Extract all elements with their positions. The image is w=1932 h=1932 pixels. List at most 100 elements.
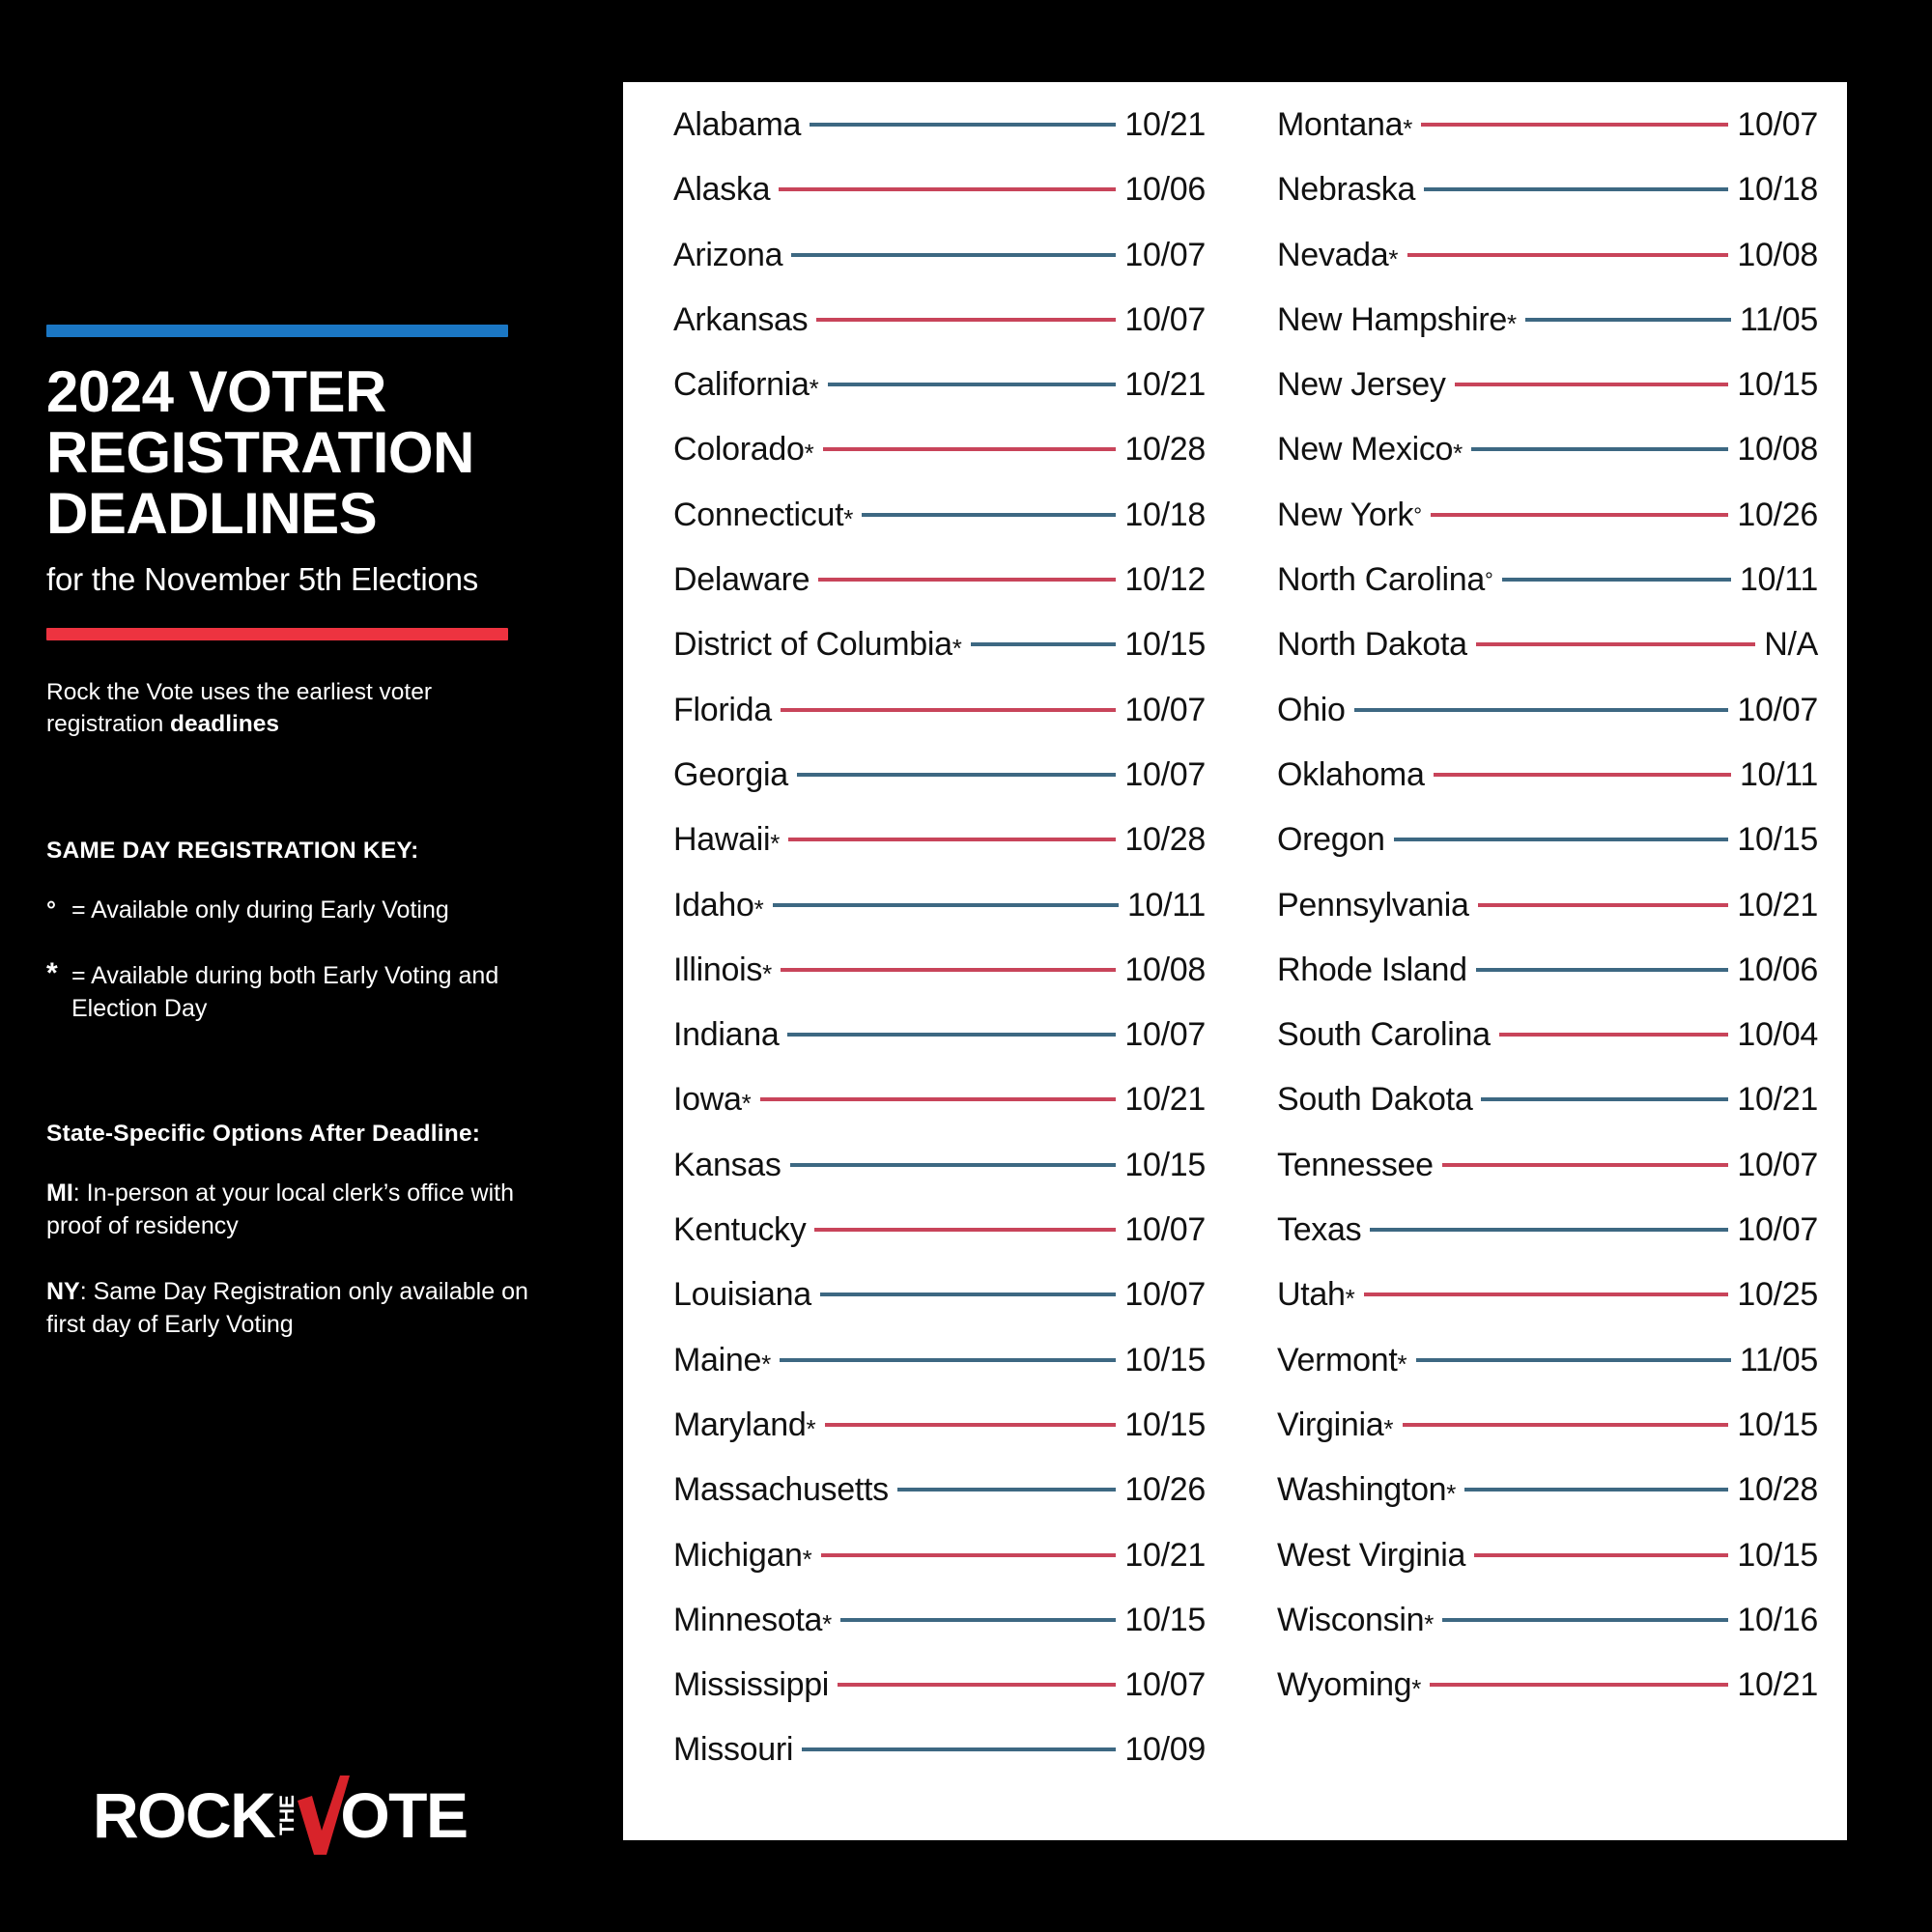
asterisk-symbol-icon: *: [809, 374, 819, 404]
state-name: Maine: [673, 1341, 762, 1378]
state-name: North Dakota: [1277, 626, 1467, 664]
state-name: Missouri: [673, 1731, 794, 1769]
table-row: Alaska 10/06: [673, 173, 1206, 238]
table-row: Colorado * 10/28: [673, 433, 1206, 497]
state-name: Delaware: [673, 561, 810, 599]
table-row: Ohio 10/07: [1277, 694, 1818, 758]
leader-line: [1498, 1033, 1729, 1037]
state-name: Rhode Island: [1277, 951, 1467, 988]
asterisk-symbol-icon: *: [46, 957, 58, 989]
table-row: Wyoming * 10/21: [1277, 1668, 1818, 1733]
deadline-date: 11/05: [1739, 1341, 1818, 1378]
deadline-date: 10/15: [1124, 1146, 1206, 1183]
state-option-newyork-text: : Same Day Registration only available o…: [46, 1278, 528, 1338]
table-row: New Jersey 10/15: [1277, 368, 1818, 433]
state-name: New Mexico: [1277, 431, 1454, 469]
table-row: Kansas 10/15: [673, 1149, 1206, 1213]
table-row: California * 10/21: [673, 368, 1206, 433]
table-row: South Dakota 10/21: [1277, 1083, 1818, 1148]
state-name: New York: [1277, 496, 1414, 533]
blue-divider-rule: [46, 325, 508, 337]
state-option-newyork: NY: Same Day Registration only available…: [46, 1275, 573, 1341]
leader-line: [818, 578, 1117, 582]
table-row: Vermont * 11/05: [1277, 1344, 1818, 1408]
logo-word-vote: OTE: [340, 1779, 469, 1851]
state-name: Kansas: [673, 1146, 781, 1183]
state-name: Michigan: [673, 1536, 803, 1574]
deadline-date: 10/28: [1124, 431, 1206, 469]
asterisk-symbol-icon: *: [822, 1608, 833, 1638]
deadline-date: 10/11: [1739, 561, 1818, 599]
asterisk-symbol-icon: *: [753, 894, 764, 923]
table-row: Idaho * 10/11: [673, 889, 1206, 953]
deadline-date: 10/21: [1737, 1666, 1818, 1704]
table-row: Oklahoma 10/11: [1277, 758, 1818, 823]
leader-line: [1464, 1488, 1729, 1492]
deadline-date: 10/07: [1737, 691, 1818, 728]
deadline-date: 10/15: [1124, 1601, 1206, 1638]
state-name: Arizona: [673, 236, 783, 273]
key-row-both-days: * = Available during both Early Voting a…: [46, 959, 568, 1025]
state-option-michigan-code: MI: [46, 1179, 73, 1207]
leader-line: [822, 447, 1117, 452]
title-line-1: 2024 VOTER: [46, 359, 386, 424]
deadline-date: 10/15: [1737, 1536, 1818, 1574]
deadline-date: 10/07: [1124, 1016, 1206, 1054]
poster-root: 2024 VOTER REGISTRATION DEADLINES for the …: [0, 0, 1932, 1932]
deadline-date: 10/04: [1737, 1016, 1818, 1054]
leader-line: [781, 967, 1117, 972]
leader-line: [787, 1033, 1117, 1037]
table-row: Missouri 10/09: [673, 1733, 1206, 1798]
deadline-date: 10/18: [1737, 171, 1818, 209]
asterisk-symbol-icon: *: [1411, 1674, 1422, 1704]
table-row: Tennessee 10/07: [1277, 1149, 1818, 1213]
table-row: Kentucky 10/07: [673, 1213, 1206, 1278]
table-row: Minnesota * 10/15: [673, 1604, 1206, 1668]
asterisk-symbol-icon: *: [802, 1544, 812, 1574]
state-name: Tennessee: [1277, 1146, 1434, 1183]
leader-line: [796, 772, 1117, 777]
deadline-date: 10/06: [1737, 951, 1818, 988]
leader-line: [1441, 1162, 1729, 1167]
asterisk-symbol-icon: *: [804, 439, 814, 469]
state-name: West Virginia: [1277, 1536, 1466, 1574]
leader-line: [1415, 1357, 1731, 1362]
state-name: Pennsylvania: [1277, 886, 1469, 923]
deadline-date: 10/09: [1124, 1731, 1206, 1769]
leader-line: [1442, 1617, 1729, 1622]
same-day-key-heading: SAME DAY REGISTRATION KEY:: [46, 838, 419, 864]
state-option-michigan-text: : In-person at your local clerk’s office…: [46, 1179, 515, 1239]
state-name: Washington: [1277, 1471, 1447, 1509]
state-name: Vermont: [1277, 1341, 1398, 1378]
leader-line: [1433, 772, 1731, 777]
page-title: 2024 VOTER REGISTRATION DEADLINES: [46, 361, 558, 544]
state-name: Alabama: [673, 106, 802, 143]
deadline-date: 10/15: [1124, 1406, 1206, 1443]
leader-line: [840, 1617, 1117, 1622]
leader-line: [780, 1357, 1117, 1362]
state-name: Mississippi: [673, 1666, 830, 1704]
deadline-date: 10/07: [1124, 236, 1206, 273]
state-name: Kentucky: [673, 1211, 807, 1249]
state-column-right: Montana * 10/07 Nebraska 10/18 Nevada * 10/08 Ne…: [1227, 82, 1847, 1840]
table-row: Florida 10/07: [673, 694, 1206, 758]
asterisk-symbol-icon: *: [770, 829, 781, 859]
leader-line: [1475, 642, 1756, 647]
state-name: Hawaii: [673, 821, 771, 859]
state-name: Texas: [1277, 1211, 1362, 1249]
state-name: Wyoming: [1277, 1666, 1412, 1704]
key-row-both-days-label: = Available during both Early Voting and…: [71, 962, 499, 1022]
state-name: Maryland: [673, 1406, 807, 1443]
leader-line: [789, 1162, 1117, 1167]
table-row: Virginia * 10/15: [1277, 1408, 1818, 1473]
state-name: Arkansas: [673, 300, 809, 338]
table-row: Illinois * 10/08: [673, 953, 1206, 1018]
asterisk-symbol-icon: *: [1446, 1479, 1457, 1509]
leader-line: [802, 1747, 1117, 1752]
leader-line: [1363, 1293, 1729, 1297]
state-name: Nebraska: [1277, 171, 1416, 209]
table-row: New Hampshire * 11/05: [1277, 303, 1818, 368]
table-row: Maine * 10/15: [673, 1344, 1206, 1408]
title-line-3: DEADLINES: [46, 481, 378, 546]
state-options-heading: State-Specific Options After Deadline:: [46, 1121, 481, 1147]
